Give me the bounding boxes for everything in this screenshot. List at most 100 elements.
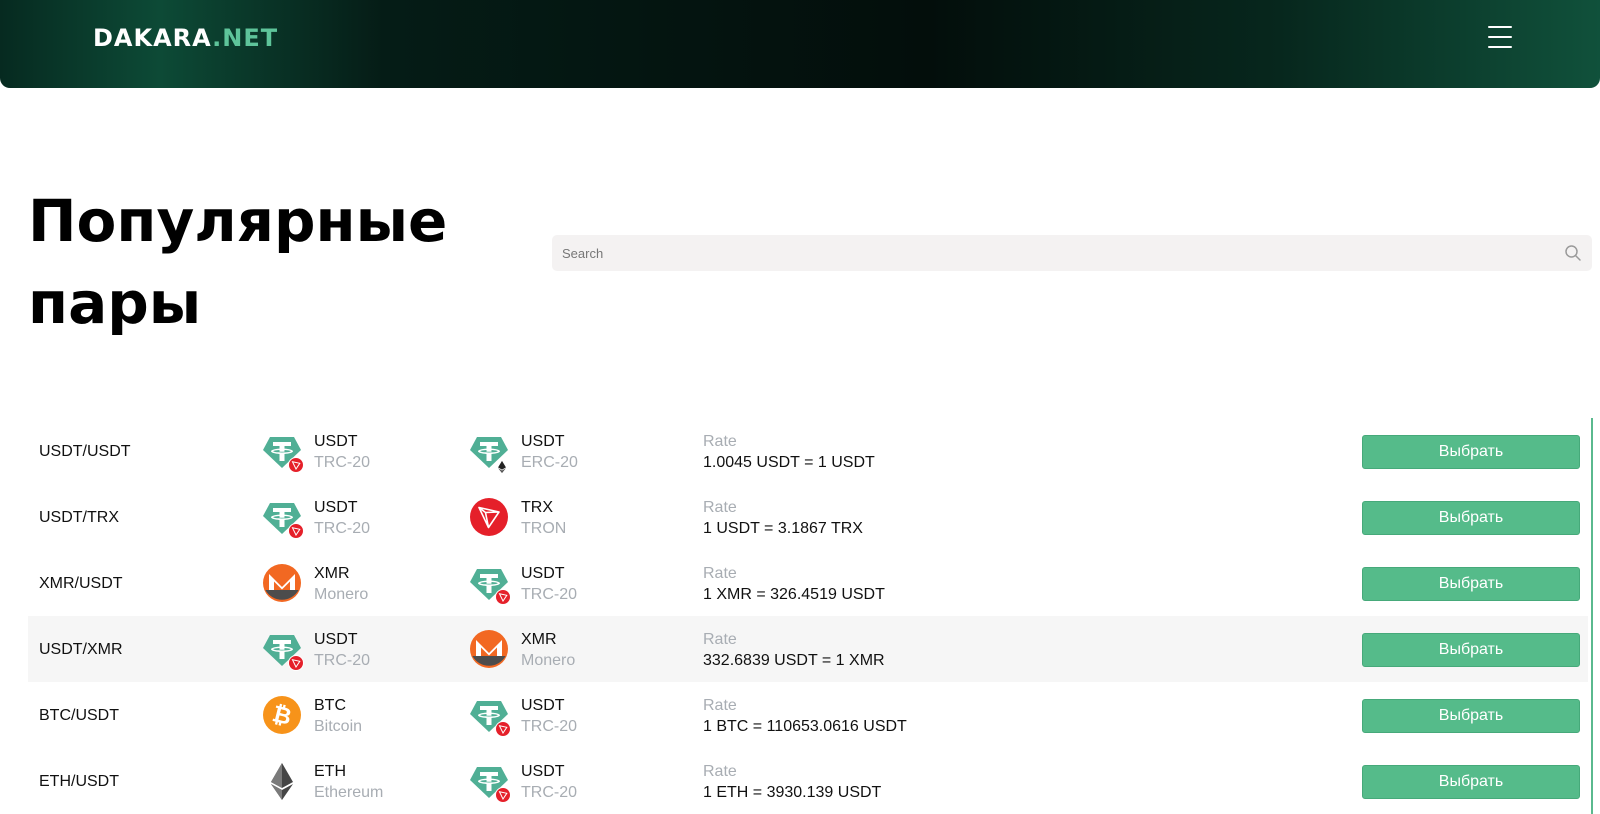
site-header: DAKARA.NET [0, 0, 1600, 88]
tether-icon [469, 563, 511, 605]
pair-name: BTC/USDT [39, 707, 119, 724]
tether-icon [262, 629, 304, 671]
table-edge-line [1591, 418, 1593, 814]
rate-value: 1 USDT = 3.1867 TRX [703, 520, 863, 537]
from-coin: USDT TRC-20 [262, 629, 370, 671]
tether-icon [262, 497, 304, 539]
search-bar [552, 235, 1592, 271]
from-coin-symbol: USDT [314, 433, 358, 450]
choose-button[interactable]: Выбрать [1362, 501, 1580, 535]
tether-icon [469, 431, 509, 474]
to-coin-network: Monero [521, 652, 576, 669]
tron-badge-icon [495, 787, 511, 803]
to-coin-network: TRC-20 [521, 718, 578, 735]
logo-accent-text: .NET [212, 24, 279, 52]
site-logo[interactable]: DAKARA.NET [93, 24, 278, 52]
ethereum-icon [262, 761, 302, 801]
rate-value: 1 XMR = 326.4519 USDT [703, 586, 885, 603]
from-coin-symbol: ETH [314, 763, 346, 780]
rate-block: Rate 332.6839 USDT = 1 XMR [703, 629, 885, 671]
from-coin-symbol: USDT [314, 499, 358, 516]
tether-icon [469, 761, 511, 803]
tron-badge-icon [495, 721, 511, 737]
to-coin-symbol: USDT [521, 697, 565, 714]
to-coin-network: TRON [521, 520, 567, 537]
tether-icon [262, 431, 304, 473]
rate-block: Rate 1 XMR = 326.4519 USDT [703, 563, 885, 605]
from-coin-network: Monero [314, 586, 369, 603]
rate-label: Rate [703, 433, 737, 450]
page-title: Популярные пары [28, 180, 508, 344]
choose-button[interactable]: Выбрать [1362, 435, 1580, 469]
rate-block: Rate 1 ETH = 3930.139 USDT [703, 761, 881, 803]
rate-label: Rate [703, 697, 737, 714]
tron-badge-icon [495, 589, 511, 605]
rate-block: Rate 1 USDT = 3.1867 TRX [703, 497, 863, 539]
page-title-line2: пары [28, 269, 202, 337]
pair-row: USDT/USDT USDT TRC-20 USDT ERC-20 Rate 1… [28, 418, 1588, 484]
from-coin-symbol: BTC [314, 697, 346, 714]
to-coin-symbol: USDT [521, 433, 565, 450]
to-coin-symbol: XMR [521, 631, 557, 648]
ethereum-badge-icon [498, 460, 506, 474]
pair-row: BTC/USDT ₿ BTC Bitcoin USDT TRC-20 Rate … [28, 682, 1588, 748]
pair-row: USDT/XMR USDT TRC-20 XMR Monero Rate 332… [28, 616, 1588, 682]
to-coin: USDT TRC-20 [469, 695, 577, 737]
tron-badge-icon [288, 457, 304, 473]
choose-button[interactable]: Выбрать [1362, 699, 1580, 733]
from-coin-network: TRC-20 [314, 454, 371, 471]
from-coin-symbol: XMR [314, 565, 350, 582]
pair-name: USDT/XMR [39, 641, 123, 658]
from-coin-network: TRC-20 [314, 652, 371, 669]
menu-hamburger-icon[interactable] [1488, 26, 1512, 48]
tron-badge-icon [288, 655, 304, 671]
monero-icon [469, 629, 509, 669]
page-title-line1: Популярные [28, 187, 448, 255]
pair-row: USDT/TRX USDT TRC-20 TRX TRON Rate 1 USD… [28, 484, 1588, 550]
rate-label: Rate [703, 565, 737, 582]
from-coin-network: Bitcoin [314, 718, 363, 735]
tron-icon [469, 497, 509, 537]
to-coin: USDT TRC-20 [469, 563, 577, 605]
to-coin: USDT TRC-20 [469, 761, 577, 803]
pair-row: ETH/USDT ETH Ethereum USDT TRC-20 Rate 1… [28, 748, 1588, 814]
to-coin-network: ERC-20 [521, 454, 578, 471]
search-input[interactable] [552, 235, 1592, 271]
rate-label: Rate [703, 763, 737, 780]
choose-button[interactable]: Выбрать [1362, 633, 1580, 667]
search-icon[interactable] [1564, 244, 1582, 262]
pair-name: USDT/USDT [39, 443, 131, 460]
tron-badge-icon [288, 523, 304, 539]
rate-value: 1.0045 USDT = 1 USDT [703, 454, 875, 471]
from-coin-network: TRC-20 [314, 520, 371, 537]
to-coin-symbol: TRX [521, 499, 553, 516]
logo-main-text: DAKARA [93, 24, 213, 52]
rate-label: Rate [703, 631, 737, 648]
tether-icon [469, 695, 511, 737]
from-coin-network: Ethereum [314, 784, 384, 801]
rate-value: 332.6839 USDT = 1 XMR [703, 652, 885, 669]
to-coin-network: TRC-20 [521, 586, 578, 603]
from-coin: USDT TRC-20 [262, 497, 370, 539]
pair-name: ETH/USDT [39, 773, 119, 790]
to-coin: XMR Monero [469, 629, 575, 671]
from-coin: USDT TRC-20 [262, 431, 370, 473]
rate-label: Rate [703, 499, 737, 516]
rate-block: Rate 1.0045 USDT = 1 USDT [703, 431, 875, 473]
to-coin: USDT ERC-20 [469, 431, 578, 474]
pairs-table: USDT/USDT USDT TRC-20 USDT ERC-20 Rate 1… [28, 418, 1588, 814]
rate-value: 1 ETH = 3930.139 USDT [703, 784, 882, 801]
rate-value: 1 BTC = 110653.0616 USDT [703, 718, 907, 735]
monero-icon [262, 563, 302, 603]
to-coin-network: TRC-20 [521, 784, 578, 801]
to-coin-symbol: USDT [521, 763, 565, 780]
from-coin: ₿ BTC Bitcoin [262, 695, 362, 737]
pair-name: USDT/TRX [39, 509, 119, 526]
pair-name: XMR/USDT [39, 575, 123, 592]
from-coin: ETH Ethereum [262, 761, 383, 803]
bitcoin-icon: ₿ [262, 695, 302, 735]
rate-block: Rate 1 BTC = 110653.0616 USDT [703, 695, 907, 737]
pair-row: XMR/USDT XMR Monero USDT TRC-20 Rate 1 X… [28, 550, 1588, 616]
choose-button[interactable]: Выбрать [1362, 765, 1580, 799]
choose-button[interactable]: Выбрать [1362, 567, 1580, 601]
